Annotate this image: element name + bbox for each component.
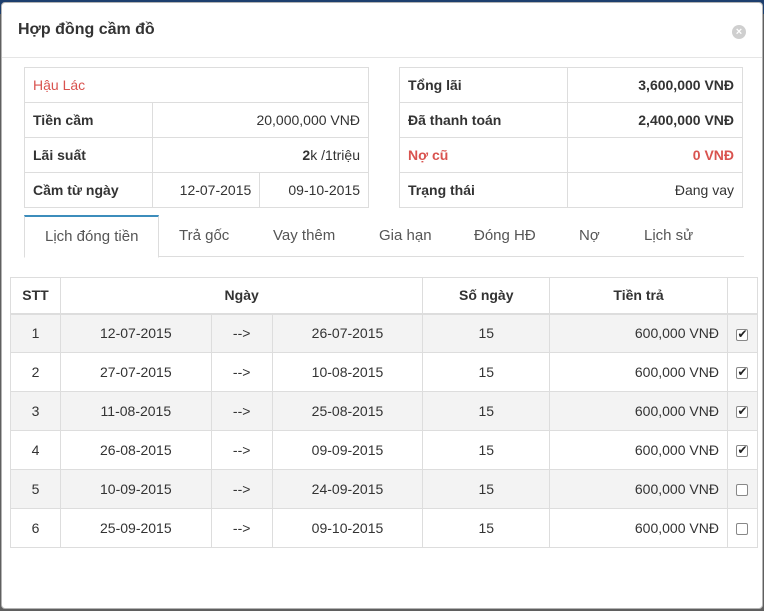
- pawn-to-date: 09-10-2015: [259, 172, 369, 208]
- pawn-from-date: 12-07-2015: [151, 172, 261, 208]
- row-check-cell: [726, 508, 759, 548]
- row-check-cell: [726, 469, 759, 509]
- row-amount: 600,000 VNĐ: [549, 313, 728, 353]
- row-arrow: -->: [210, 430, 273, 470]
- row-to-date: 09-09-2015: [271, 430, 424, 470]
- status-value: Đang vay: [567, 172, 743, 208]
- contract-info-table: Hậu Lác Tiền cầm 20,000,000 VNĐ Lãi suất…: [24, 67, 370, 208]
- paid-checkbox[interactable]: [736, 484, 749, 497]
- row-amount: 600,000 VNĐ: [549, 352, 728, 392]
- row-amount: 600,000 VNĐ: [549, 430, 728, 470]
- table-row: 4 26-08-2015 --> 09-09-2015 15 600,000 V…: [10, 430, 759, 470]
- row-days: 15: [422, 469, 551, 509]
- row-from-date: 26-08-2015: [59, 430, 212, 470]
- row-stt: 1: [10, 313, 61, 353]
- interest-unit: k /1triệu: [310, 147, 360, 163]
- col-days: Số ngày: [422, 277, 551, 315]
- table-row: 3 11-08-2015 --> 25-08-2015 15 600,000 V…: [10, 391, 759, 431]
- row-to-date: 25-08-2015: [271, 391, 424, 431]
- tab-extend[interactable]: Gia hạn: [379, 215, 432, 257]
- row-from-date: 25-09-2015: [59, 508, 212, 548]
- tab-borrow-more[interactable]: Vay thêm: [273, 215, 335, 257]
- payment-summary-table: Tổng lãi 3,600,000 VNĐ Đã thanh toán 2,4…: [398, 67, 743, 208]
- pawn-amount-label: Tiền cầm: [24, 102, 153, 138]
- paid-checkbox[interactable]: [736, 365, 749, 380]
- row-to-date: 10-08-2015: [271, 352, 424, 392]
- paid-label: Đã thanh toán: [398, 102, 569, 138]
- row-stt: 6: [10, 508, 61, 548]
- interest-label: Lãi suất: [24, 137, 153, 173]
- customer-name[interactable]: Hậu Lác: [24, 67, 369, 103]
- row-from-date: 27-07-2015: [59, 352, 212, 392]
- row-days: 15: [422, 313, 551, 353]
- row-stt: 4: [10, 430, 61, 470]
- total-interest-label: Tổng lãi: [398, 67, 569, 103]
- row-days: 15: [422, 508, 551, 548]
- col-amount: Tiền trả: [549, 277, 728, 315]
- paid-value: 2,400,000 VNĐ: [567, 102, 743, 138]
- row-days: 15: [422, 391, 551, 431]
- row-to-date: 24-09-2015: [271, 469, 424, 509]
- col-check: [726, 277, 759, 315]
- row-arrow: -->: [210, 391, 273, 431]
- paid-checkbox[interactable]: [736, 443, 749, 458]
- old-debt-value: 0 VNĐ: [567, 137, 743, 173]
- paid-checkbox[interactable]: [736, 327, 749, 341]
- table-row: 6 25-09-2015 --> 09-10-2015 15 600,000 V…: [10, 508, 759, 548]
- row-check-cell: [726, 352, 759, 392]
- row-stt: 2: [10, 352, 61, 392]
- tab-history[interactable]: Lịch sử: [644, 215, 693, 257]
- col-date: Ngày: [59, 277, 424, 315]
- row-days: 15: [422, 352, 551, 392]
- row-amount: 600,000 VNĐ: [549, 391, 728, 431]
- paid-checkbox[interactable]: [736, 404, 749, 419]
- total-interest-value: 3,600,000 VNĐ: [567, 67, 743, 103]
- table-row: 1 12-07-2015 --> 26-07-2015 15 600,000 V…: [10, 313, 759, 353]
- old-debt-label: Nợ cũ: [398, 137, 569, 173]
- row-to-date: 09-10-2015: [271, 508, 424, 548]
- row-check-cell: [726, 391, 759, 431]
- row-arrow: -->: [210, 508, 273, 548]
- contract-modal: Hợp đồng cầm đồ × Hậu Lác Tiền cầm 20,00…: [1, 2, 763, 609]
- payment-schedule-table: STT Ngày Số ngày Tiền trả 1 12-07-2015 -…: [10, 277, 759, 548]
- modal-header: Hợp đồng cầm đồ ×: [2, 3, 762, 58]
- row-amount: 600,000 VNĐ: [549, 469, 728, 509]
- close-icon[interactable]: ×: [732, 25, 746, 39]
- tab-principal-repayment[interactable]: Trả gốc: [179, 215, 229, 257]
- row-from-date: 12-07-2015: [59, 313, 212, 353]
- row-arrow: -->: [210, 469, 273, 509]
- row-days: 15: [422, 430, 551, 470]
- modal-title: Hợp đồng cầm đồ: [18, 21, 155, 38]
- pawn-from-label: Cầm từ ngày: [24, 172, 153, 208]
- table-row: 2 27-07-2015 --> 10-08-2015 15 600,000 V…: [10, 352, 759, 392]
- row-stt: 5: [10, 469, 61, 509]
- interest-value: 2k /1triệu: [151, 137, 370, 173]
- tab-payment-schedule[interactable]: Lịch đóng tiền: [24, 215, 160, 258]
- row-arrow: -->: [210, 313, 273, 353]
- tab-debt[interactable]: Nợ: [579, 215, 600, 257]
- tab-close-contract[interactable]: Đóng HĐ: [474, 215, 536, 257]
- paid-checkbox[interactable]: [736, 523, 749, 536]
- status-label: Trạng thái: [398, 172, 569, 208]
- row-check-cell: [726, 430, 759, 470]
- col-stt: STT: [10, 277, 61, 315]
- row-from-date: 10-09-2015: [59, 469, 212, 509]
- row-check-cell: [726, 313, 759, 353]
- pawn-amount-value: 20,000,000 VNĐ: [151, 102, 370, 138]
- row-from-date: 11-08-2015: [59, 391, 212, 431]
- contract-tabs: Lịch đóng tiền Trả gốc Vay thêm Gia hạn …: [24, 215, 744, 258]
- row-amount: 600,000 VNĐ: [549, 508, 728, 548]
- row-stt: 3: [10, 391, 61, 431]
- row-to-date: 26-07-2015: [271, 313, 424, 353]
- table-row: 5 10-09-2015 --> 24-09-2015 15 600,000 V…: [10, 469, 759, 509]
- row-arrow: -->: [210, 352, 273, 392]
